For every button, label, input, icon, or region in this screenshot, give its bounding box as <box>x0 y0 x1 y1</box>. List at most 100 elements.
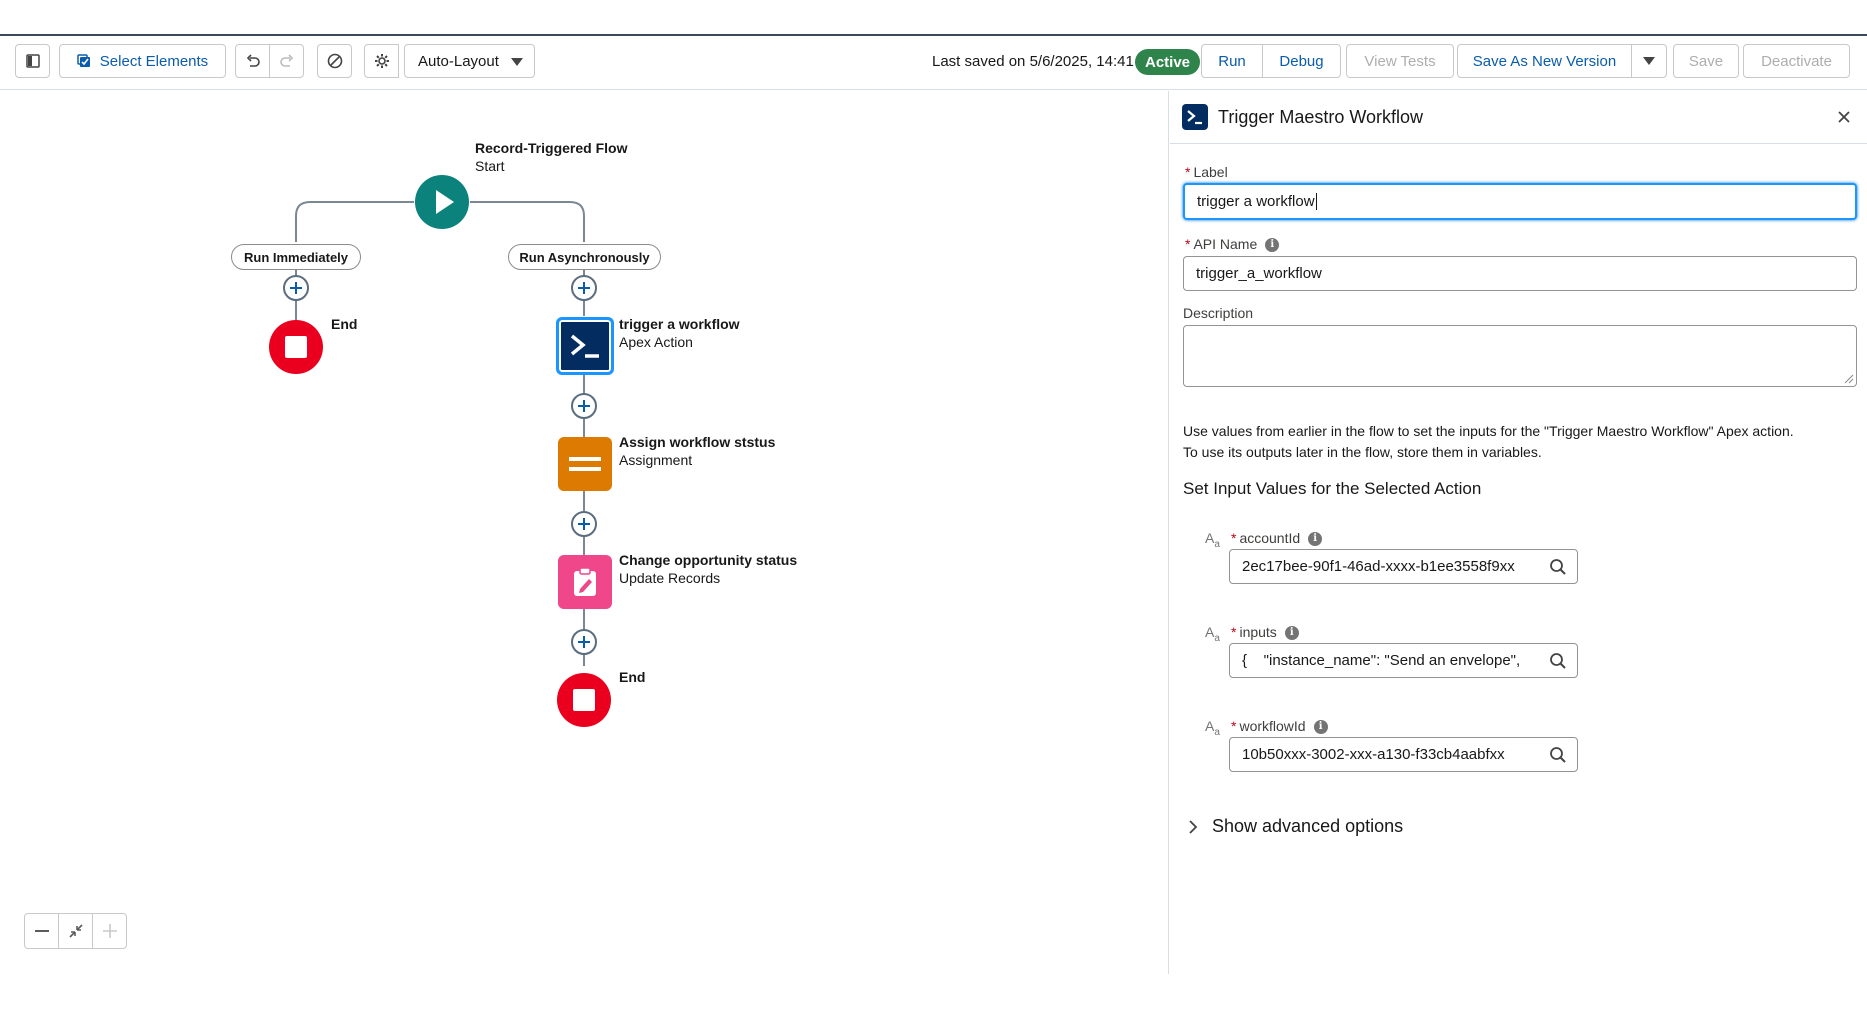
text-type-icon: Aa <box>1205 624 1220 644</box>
chevron-down-icon <box>511 58 523 66</box>
deactivate-button[interactable]: Deactivate <box>1743 44 1850 78</box>
start-node[interactable] <box>415 175 469 229</box>
panel-header: Trigger Maestro Workflow <box>1170 91 1867 144</box>
branch-run-asynchronously[interactable]: Run Asynchronously <box>508 244 661 270</box>
search-icon[interactable] <box>1549 746 1567 764</box>
start-node-subtitle: Start <box>475 158 505 174</box>
start-node-title: Record-Triggered Flow <box>475 140 628 156</box>
apex-action-node[interactable] <box>556 317 614 375</box>
contract-icon <box>68 924 83 938</box>
flow-canvas[interactable]: Record-Triggered Flow Start Run Immediat… <box>0 91 1169 974</box>
run-label: Run <box>1218 52 1246 70</box>
close-icon <box>1838 111 1850 123</box>
redo-icon <box>279 54 293 67</box>
layout-select[interactable]: Auto-Layout <box>404 44 535 78</box>
end-node-right-title: End <box>619 669 646 685</box>
toolbar: Select Elements Auto-Layout Last saved o… <box>0 36 1867 90</box>
zoom-controls <box>24 913 127 949</box>
panel-toggle-icon <box>25 54 40 68</box>
redo-button[interactable] <box>269 44 304 78</box>
help-text-line-1: Use values from earlier in the flow to s… <box>1183 423 1794 439</box>
save-new-version-button[interactable]: Save As New Version <box>1457 44 1632 78</box>
branch-run-immediately[interactable]: Run Immediately <box>231 244 361 270</box>
accountid-input[interactable]: 2ec17bee-90f1-46ad-xxxx-b1ee3558f9xx <box>1229 549 1578 584</box>
save-new-version-label: Save As New Version <box>1472 52 1617 70</box>
chevron-down-icon <box>1643 57 1655 65</box>
zoom-in-button[interactable] <box>93 914 126 948</box>
view-tests-button[interactable]: View Tests <box>1346 44 1454 78</box>
debug-button[interactable]: Debug <box>1262 44 1341 78</box>
description-field-label: Description <box>1183 305 1254 321</box>
apex-action-icon <box>1182 104 1208 130</box>
show-advanced-options-toggle[interactable]: Show advanced options <box>1188 816 1403 837</box>
label-input[interactable]: trigger a workflow <box>1183 183 1857 220</box>
select-elements-button[interactable]: Select Elements <box>59 44 226 78</box>
deactivate-label: Deactivate <box>1761 52 1832 70</box>
run-button[interactable]: Run <box>1201 44 1263 78</box>
save-button[interactable]: Save <box>1673 44 1739 78</box>
settings-button[interactable] <box>364 44 399 78</box>
toggle-panel-button[interactable] <box>15 44 50 78</box>
assignment-title: Assign workflow ststus <box>619 434 776 450</box>
undo-button[interactable] <box>235 44 270 78</box>
update-records-node[interactable] <box>558 555 612 609</box>
accountid-field-label: * accountId i <box>1231 530 1323 547</box>
fit-view-button[interactable] <box>59 914 93 948</box>
update-records-icon <box>574 567 596 596</box>
minus-icon <box>34 930 49 932</box>
resize-handle-icon <box>1844 374 1854 384</box>
assignment-subtitle: Assignment <box>619 452 693 468</box>
properties-panel: Trigger Maestro Workflow * Label trigger … <box>1170 91 1867 974</box>
description-textarea[interactable] <box>1183 325 1857 387</box>
end-node-left-title: End <box>331 316 358 332</box>
apex-action-icon <box>570 334 599 358</box>
apex-action-subtitle: Apex Action <box>619 334 693 350</box>
errors-button[interactable] <box>317 44 352 78</box>
save-options-button[interactable] <box>1631 44 1667 78</box>
ban-icon <box>327 53 342 69</box>
section-title: Set Input Values for the Selected Action <box>1183 479 1482 498</box>
undo-icon <box>246 54 260 67</box>
gear-icon <box>374 54 389 68</box>
update-records-subtitle: Update Records <box>619 570 721 586</box>
info-icon[interactable]: i <box>1308 532 1323 547</box>
api-name-field-label: * API Name i <box>1185 236 1280 253</box>
add-element-button[interactable] <box>571 629 597 655</box>
inputs-field-label: * inputs i <box>1231 624 1299 641</box>
select-elements-label: Select Elements <box>99 52 209 70</box>
layout-select-value: Auto-Layout <box>418 52 499 70</box>
text-type-icon: Aa <box>1205 530 1220 550</box>
select-icon <box>77 54 90 67</box>
zoom-out-button[interactable] <box>25 914 59 948</box>
api-name-input[interactable]: trigger_a_workflow <box>1183 256 1857 291</box>
last-saved-text: Last saved on 5/6/2025, 14:41 <box>932 53 1134 70</box>
close-panel-button[interactable] <box>1838 107 1850 127</box>
end-node-left[interactable] <box>269 320 323 374</box>
add-element-button[interactable] <box>571 393 597 419</box>
workflowid-field-label: * workflowId i <box>1231 718 1328 735</box>
view-tests-label: View Tests <box>1364 52 1436 70</box>
info-icon[interactable]: i <box>1265 238 1280 253</box>
workflowid-input[interactable]: 10b50xxx-3002-xxx-a130-f33cb4aabfxx <box>1229 737 1578 772</box>
plus-icon <box>102 924 117 938</box>
search-icon[interactable] <box>1549 652 1567 670</box>
label-field-label: * Label <box>1185 164 1228 180</box>
info-icon[interactable]: i <box>1313 720 1328 735</box>
inputs-input[interactable]: { "instance_name": "Send an envelope", <box>1229 643 1578 678</box>
search-icon[interactable] <box>1549 558 1567 576</box>
help-text-line-2: To use its outputs later in the flow, st… <box>1183 444 1542 460</box>
debug-label: Debug <box>1279 52 1324 70</box>
text-type-icon: Aa <box>1205 718 1220 738</box>
assignment-node[interactable] <box>558 437 612 491</box>
chevron-right-icon <box>1189 819 1198 834</box>
end-node-right[interactable] <box>557 673 611 727</box>
info-icon[interactable]: i <box>1284 626 1299 641</box>
panel-title: Trigger Maestro Workflow <box>1218 107 1424 127</box>
add-element-button[interactable] <box>571 511 597 537</box>
apex-action-title: trigger a workflow <box>619 316 740 332</box>
add-element-button[interactable] <box>283 275 309 301</box>
add-element-button[interactable] <box>571 275 597 301</box>
status-badge: Active <box>1135 49 1201 75</box>
show-advanced-options-label: Show advanced options <box>1212 816 1404 836</box>
update-records-title: Change opportunity status <box>619 552 798 568</box>
